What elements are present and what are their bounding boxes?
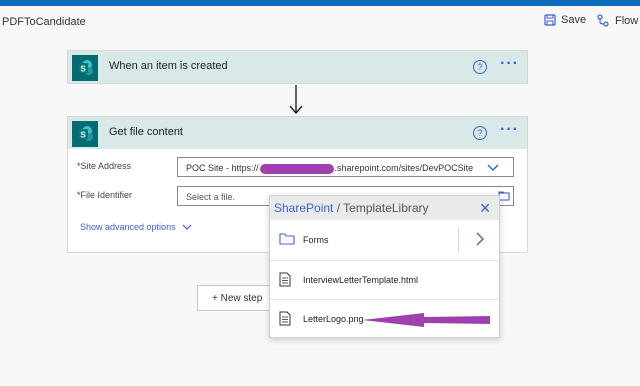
designer-header: PDFToCandidate Save Flow (0, 6, 640, 40)
document-icon (279, 311, 291, 326)
picker-item-label: InterviewLetterTemplate.html (303, 275, 419, 285)
flow-checker-icon (597, 14, 609, 27)
site-address-dropdown[interactable]: POC Site - https:// .sharepoint.com/sites… (177, 157, 514, 177)
flow-checker-label: Flow (615, 14, 639, 27)
redaction-mark (259, 163, 334, 174)
breadcrumb-root[interactable]: SharePoint (274, 201, 333, 215)
file-identifier-label: *File Identifier (77, 190, 133, 200)
picker-item-label: Forms (303, 235, 329, 245)
site-address-suffix: .sharepoint.com/sites/DevPOCSite (334, 163, 474, 173)
sharepoint-icon: S (72, 55, 98, 81)
show-advanced-options-link[interactable]: Show advanced options (80, 222, 192, 232)
site-address-label: *Site Address (77, 161, 132, 171)
save-label: Save (561, 14, 587, 26)
trigger-card-header[interactable]: S When an item is created ? ··· (68, 51, 527, 83)
help-icon[interactable]: ? (473, 126, 487, 140)
breadcrumb: SharePoint / TemplateLibrary (274, 201, 429, 215)
save-button[interactable]: Save (544, 14, 586, 26)
trigger-card[interactable]: S When an item is created ? ··· (67, 50, 528, 84)
chevron-down-icon (487, 164, 499, 171)
chevron-right-icon[interactable] (475, 232, 485, 246)
trigger-card-title: When an item is created (109, 60, 228, 72)
picker-item-file[interactable]: InterviewLetterTemplate.html (270, 260, 499, 299)
picker-item-label: LetterLogo.png (303, 314, 364, 324)
flow-name: PDFToCandidate (2, 16, 86, 28)
annotation-arrow-icon (362, 313, 490, 327)
svg-text:S: S (80, 131, 86, 140)
divider (458, 227, 459, 253)
flow-checker-button[interactable]: Flow (597, 14, 638, 27)
breadcrumb-current: TemplateLibrary (343, 201, 429, 215)
breadcrumb-separator: / (333, 201, 344, 215)
show-advanced-label: Show advanced options (80, 222, 176, 232)
file-picker-header: SharePoint / TemplateLibrary ✕ (270, 196, 499, 220)
sharepoint-icon: S (72, 121, 98, 147)
more-options-icon[interactable]: ··· (500, 121, 519, 139)
svg-text:S: S (80, 65, 86, 74)
site-address-prefix: POC Site - https:// (186, 163, 259, 173)
chevron-down-icon (182, 224, 192, 230)
picker-item-folder[interactable]: Forms (270, 221, 499, 259)
action-card-header[interactable]: S Get file content ? ··· (68, 117, 527, 149)
connector-arrow-icon (289, 85, 303, 115)
close-icon[interactable]: ✕ (479, 200, 491, 217)
action-card-title: Get file content (109, 126, 183, 138)
help-icon[interactable]: ? (473, 60, 487, 74)
folder-icon (279, 233, 295, 245)
file-identifier-placeholder: Select a file. (186, 192, 236, 202)
save-icon (544, 14, 556, 26)
more-options-icon[interactable]: ··· (500, 55, 519, 73)
document-icon (279, 272, 291, 287)
